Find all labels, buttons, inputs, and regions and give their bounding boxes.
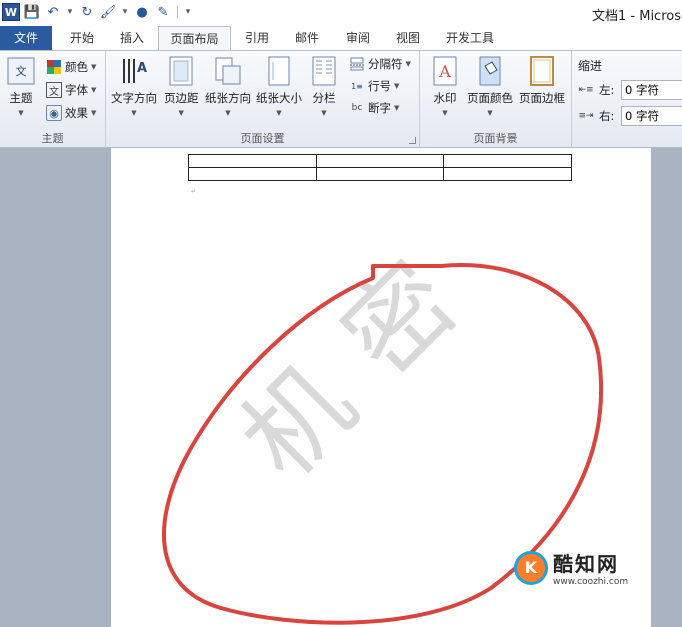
document-page[interactable]: ↵ 机密 K 酷知网 www.coozhi.com bbox=[111, 148, 651, 627]
chevron-down-icon: ▼ bbox=[225, 109, 231, 117]
chevron-down-icon: ▼ bbox=[91, 86, 97, 94]
tab-file[interactable]: 文件 bbox=[0, 26, 52, 50]
tab-page-layout[interactable]: 页面布局 bbox=[158, 26, 231, 51]
ribbon: 文 主题 ▼ 颜色 ▼ 文 字体 ▼ ◉ 效果 ▼ 主题 A 文字方向 ▼ 页边… bbox=[0, 50, 682, 148]
theme-colors-button[interactable]: 颜色 ▼ bbox=[46, 57, 96, 77]
chevron-down-icon: ▼ bbox=[487, 109, 493, 117]
group-page-background: A 水印 ▼ 页面颜色 ▼ 页面边框 页面背景 bbox=[420, 51, 572, 148]
indent-left-icon: ⇤≡ bbox=[578, 85, 594, 95]
logo-text: 酷知网 www.coozhi.com bbox=[553, 552, 629, 587]
group-label-page-background: 页面背景 bbox=[473, 132, 518, 145]
indent-right-input[interactable] bbox=[621, 106, 682, 126]
tab-home[interactable]: 开始 bbox=[70, 26, 94, 50]
columns-button[interactable]: 分栏 ▼ bbox=[309, 55, 339, 117]
redo-icon[interactable]: ↻ bbox=[78, 3, 96, 21]
format-painter-dropdown-icon[interactable]: ▾ bbox=[120, 3, 130, 21]
logo-icon: K bbox=[514, 550, 548, 585]
page-border-icon bbox=[527, 55, 557, 87]
tab-mailings[interactable]: 邮件 bbox=[295, 26, 319, 50]
watermark-icon: A bbox=[430, 55, 460, 87]
chevron-down-icon: ▼ bbox=[394, 104, 400, 112]
indent-left-label: 左: bbox=[599, 83, 615, 97]
undo-dropdown-icon[interactable]: ▾ bbox=[65, 3, 75, 21]
indent-right-label: 右: bbox=[599, 109, 615, 123]
page-borders-button[interactable]: 页面边框 bbox=[519, 55, 565, 106]
document-area: ↵ 机密 K 酷知网 www.coozhi.com bbox=[0, 148, 682, 627]
font-icon: 文 bbox=[46, 82, 62, 98]
save-icon[interactable]: 💾 bbox=[23, 3, 41, 21]
page-size-icon bbox=[264, 55, 294, 87]
customize-qat-icon[interactable]: ▾ bbox=[183, 3, 193, 21]
tab-view[interactable]: 视图 bbox=[396, 26, 420, 50]
text-direction-button[interactable]: A 文字方向 ▼ bbox=[111, 55, 157, 117]
group-label-page-setup: 页面设置 bbox=[240, 132, 285, 145]
theme-fonts-button[interactable]: 文 字体 ▼ bbox=[46, 80, 96, 100]
group-themes: 文 主题 ▼ 颜色 ▼ 文 字体 ▼ ◉ 效果 ▼ 主题 bbox=[0, 51, 106, 148]
chevron-down-icon: ▼ bbox=[178, 109, 184, 117]
qat-separator bbox=[177, 5, 178, 19]
tab-developer[interactable]: 开发工具 bbox=[446, 26, 494, 50]
quick-access-toolbar: W 💾 ↶ ▾ ↻ 🖌 ▾ ● ✎ ▾ bbox=[2, 3, 193, 21]
title-bar: W 💾 ↶ ▾ ↻ 🖌 ▾ ● ✎ ▾ 文档1 - Microsc bbox=[0, 0, 682, 26]
chevron-down-icon: ▼ bbox=[442, 109, 448, 117]
hyphenation-icon: bc bbox=[351, 103, 363, 113]
columns-icon bbox=[309, 55, 339, 87]
chevron-down-icon: ▼ bbox=[276, 109, 282, 117]
indent-left-row: ⇤≡ 左: bbox=[578, 79, 682, 101]
svg-text:A: A bbox=[438, 62, 451, 81]
color-icon[interactable]: ● bbox=[133, 3, 151, 21]
line-numbers-button[interactable]: 1≡ 行号 ▼ bbox=[349, 76, 399, 96]
indent-left-input[interactable] bbox=[621, 80, 682, 100]
hyphenation-button[interactable]: bc 断字 ▼ bbox=[349, 98, 400, 118]
palette-icon bbox=[46, 59, 62, 75]
undo-icon[interactable]: ↶ bbox=[44, 3, 62, 21]
text-direction-icon: A bbox=[119, 55, 149, 87]
chevron-down-icon: ▼ bbox=[394, 82, 400, 90]
ribbon-tabs: 文件 开始 插入 页面布局 引用 邮件 审阅 视图 开发工具 bbox=[0, 26, 682, 51]
indent-title: 缩进 bbox=[578, 59, 603, 73]
page-setup-launcher-icon[interactable] bbox=[409, 137, 416, 144]
draw-icon[interactable]: ✎ bbox=[154, 3, 172, 21]
orientation-icon bbox=[213, 55, 243, 87]
svg-text:文: 文 bbox=[16, 64, 27, 78]
margins-button[interactable]: 页边距 ▼ bbox=[164, 55, 199, 117]
format-painter-icon[interactable]: 🖌 bbox=[99, 3, 117, 21]
orientation-button[interactable]: 纸张方向 ▼ bbox=[205, 55, 251, 117]
page-break-icon bbox=[349, 56, 365, 72]
margins-icon bbox=[166, 55, 196, 87]
site-logo: K 酷知网 www.coozhi.com bbox=[514, 548, 628, 587]
group-label-themes: 主题 bbox=[41, 132, 64, 145]
chevron-down-icon: ▼ bbox=[91, 109, 97, 117]
paint-bucket-icon bbox=[475, 55, 505, 87]
tab-references[interactable]: 引用 bbox=[245, 26, 269, 50]
window-title: 文档1 - Microsc bbox=[592, 9, 682, 24]
tab-insert[interactable]: 插入 bbox=[120, 26, 144, 50]
chevron-down-icon: ▼ bbox=[91, 63, 97, 71]
effects-icon: ◉ bbox=[46, 105, 62, 121]
breaks-button[interactable]: 分隔符 ▼ bbox=[349, 54, 411, 74]
word-app-icon[interactable]: W bbox=[2, 3, 20, 21]
tab-review[interactable]: 审阅 bbox=[346, 26, 370, 50]
watermark-button[interactable]: A 水印 ▼ bbox=[430, 55, 460, 117]
svg-text:A: A bbox=[137, 61, 147, 76]
chevron-down-icon: ▼ bbox=[131, 109, 137, 117]
size-button[interactable]: 纸张大小 ▼ bbox=[256, 55, 302, 117]
page-color-button[interactable]: 页面颜色 ▼ bbox=[467, 55, 513, 117]
chevron-down-icon: ▼ bbox=[321, 109, 327, 117]
indent-right-icon: ≡⇥ bbox=[578, 111, 594, 121]
themes-icon: 文 bbox=[6, 55, 36, 87]
theme-effects-button[interactable]: ◉ 效果 ▼ bbox=[46, 103, 96, 123]
line-numbers-icon: 1≡ bbox=[351, 81, 363, 91]
themes-button[interactable]: 文 主题 ▼ bbox=[6, 55, 36, 117]
chevron-down-icon: ▼ bbox=[18, 109, 24, 117]
indent-right-row: ≡⇥ 右: bbox=[578, 105, 682, 127]
group-page-setup: A 文字方向 ▼ 页边距 ▼ 纸张方向 ▼ 纸张大小 ▼ 分栏 ▼ 分隔符 ▼ … bbox=[106, 51, 420, 148]
chevron-down-icon: ▼ bbox=[405, 60, 411, 68]
